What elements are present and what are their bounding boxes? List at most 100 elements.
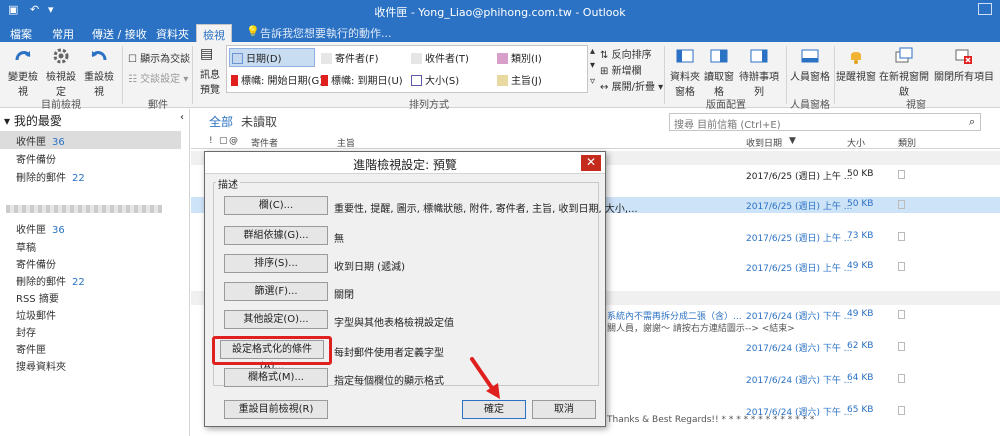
tab-view[interactable]: 檢視: [196, 24, 232, 42]
reverse-sort-button[interactable]: ⇅ 反向排序: [600, 46, 652, 61]
people-pane-icon: [801, 49, 819, 63]
ribbon-separator: [192, 46, 193, 104]
close-all-icon: [955, 49, 972, 64]
tell-me-box[interactable]: 告訴我您想要執行的動作...: [260, 25, 392, 41]
message-preview-button[interactable]: 訊息預覽: [196, 66, 224, 96]
restore-icon[interactable]: [978, 3, 992, 15]
arrange-by-size[interactable]: 大小(S): [411, 72, 459, 87]
gallery-scroll-up-icon[interactable]: ▴: [590, 46, 595, 57]
favorites-header[interactable]: ▾ 我的最愛: [4, 112, 62, 129]
close-icon[interactable]: ✕: [581, 155, 601, 171]
search-icon[interactable]: ⌕: [969, 115, 975, 129]
tab-folder[interactable]: 資料夾: [150, 24, 195, 42]
sort-descending-icon: ▼: [789, 136, 796, 146]
arrange-by-subject[interactable]: 主旨(J): [497, 72, 542, 87]
search-input[interactable]: 搜尋 目前信箱 (Ctrl+E): [669, 113, 981, 131]
close-all-items-button[interactable]: 關閉所有項目: [932, 46, 996, 83]
favorite-sent-items[interactable]: 寄件備份: [16, 151, 56, 166]
filter-button[interactable]: 篩選(F)...: [224, 282, 328, 301]
attachment-column-icon[interactable]: @: [229, 136, 238, 146]
add-columns-button[interactable]: ⊞ 新增欄: [600, 62, 642, 77]
flag-icon[interactable]: [898, 342, 905, 351]
view-settings-button[interactable]: 檢視設定: [42, 46, 80, 98]
flag-icon[interactable]: [898, 170, 905, 179]
filter-desc: 關閉: [334, 290, 354, 301]
column-from[interactable]: 寄件者: [251, 136, 278, 149]
tab-send-receive[interactable]: 傳送 / 接收: [86, 24, 153, 42]
tab-file[interactable]: 檔案: [4, 24, 38, 42]
flag-icon[interactable]: [898, 310, 905, 319]
flag-icon: [231, 75, 238, 86]
arrange-by-flag-start[interactable]: 標幟: 開始日期(G): [231, 72, 323, 87]
arrange-by-from[interactable]: 寄件者(F): [321, 50, 379, 65]
other-settings-button[interactable]: 其他設定(O)...: [224, 310, 328, 329]
expand-collapse-icon: ↔: [600, 82, 609, 93]
cancel-button[interactable]: 取消: [532, 400, 596, 419]
reset-current-view-button[interactable]: 重設目前檢視(R): [224, 400, 328, 419]
folder-junk[interactable]: 垃圾郵件: [16, 307, 56, 322]
favorite-deleted-items[interactable]: 刪除的郵件 22: [16, 169, 85, 184]
folder-search-folders[interactable]: 搜尋資料夾: [16, 358, 66, 373]
change-view-icon: [15, 51, 31, 61]
sort-button[interactable]: 排序(S)...: [224, 254, 328, 273]
column-size[interactable]: 大小: [847, 136, 865, 149]
reading-pane-icon: [710, 49, 728, 63]
column-received[interactable]: 收到日期: [746, 136, 782, 149]
category-icon: [497, 53, 508, 64]
open-new-window-button[interactable]: 在新視窗開啟: [876, 46, 932, 98]
description-group-label: 描述: [216, 176, 240, 191]
show-as-conversation-checkbox[interactable]: ☐ 顯示為交談: [128, 50, 190, 65]
people-icon: [411, 53, 422, 64]
gallery-more-icon[interactable]: ▿: [590, 76, 595, 87]
title-bar: ▣ ↶ ▾ 收件匣 - Yong_Liao@phihong.com.tw - O…: [0, 0, 1000, 22]
filter-all[interactable]: 全部: [209, 113, 233, 130]
conditional-formatting-desc: 每封郵件使用者定義字型: [334, 348, 444, 359]
people-pane-button[interactable]: 人員窗格: [790, 46, 830, 83]
filter-unread[interactable]: 未讀取: [241, 113, 277, 130]
importance-column-icon[interactable]: !: [209, 136, 213, 146]
reading-pane-button[interactable]: 讀取窗格: [702, 46, 736, 98]
arrange-by-to[interactable]: 收件者(T): [411, 50, 469, 65]
flag-icon[interactable]: [898, 232, 905, 241]
folder-archive[interactable]: 封存: [16, 324, 36, 339]
reminders-window-button[interactable]: 提醒視窗: [836, 46, 876, 83]
todo-bar-icon: [750, 49, 768, 63]
expand-collapse-button[interactable]: ↔ 展開/折疊 ▾: [600, 78, 663, 93]
folder-pane: ▾ 我的最愛 ‹ 收件匣 36 寄件備份 刪除的郵件 22 收件匣 36 草稿 寄件備…: [0, 109, 190, 436]
collapse-pane-icon[interactable]: ‹: [180, 112, 184, 123]
ok-button[interactable]: 確定: [462, 400, 526, 419]
favorite-inbox[interactable]: 收件匣 36: [16, 133, 65, 148]
folder-rss-feeds[interactable]: RSS 摘要: [16, 290, 59, 305]
flag-icon: [321, 75, 328, 86]
account-name-redacted[interactable]: [6, 205, 162, 213]
flag-icon[interactable]: [898, 262, 905, 271]
arrange-by-flag-due[interactable]: 標幟: 到期日(U): [321, 72, 403, 87]
gallery-scroll-down-icon[interactable]: ▾: [590, 60, 595, 71]
flag-icon[interactable]: [898, 374, 905, 383]
flag-icon[interactable]: [898, 200, 905, 209]
arrange-by-date[interactable]: 日期(D): [229, 48, 315, 67]
columns-button[interactable]: 欄(C)...: [224, 196, 328, 215]
icon-column-icon[interactable]: ▢: [219, 136, 228, 146]
folder-inbox[interactable]: 收件匣 36: [16, 221, 65, 236]
folder-sent-items[interactable]: 寄件備份: [16, 256, 56, 271]
annotation-arrow-icon: [470, 357, 500, 399]
folder-drafts[interactable]: 草稿: [16, 239, 36, 254]
folder-deleted-items[interactable]: 刪除的郵件 22: [16, 273, 85, 288]
change-view-button[interactable]: 變更檢視: [4, 46, 42, 98]
arrange-by-category[interactable]: 類別(I): [497, 50, 542, 65]
folder-pane-button[interactable]: 資料夾窗格: [668, 46, 702, 98]
conversation-settings-button[interactable]: ☷ 交談設定 ▾: [128, 70, 188, 85]
arrangement-gallery: 日期(D) 寄件者(F) 收件者(T) 類別(I) 標幟: 開始日期(G) 標幟…: [226, 45, 588, 93]
format-columns-button[interactable]: 欄格式(M)...: [224, 368, 328, 387]
reset-view-button[interactable]: 重設檢視: [80, 46, 118, 98]
folder-outbox[interactable]: 寄件匣: [16, 341, 46, 356]
column-subject[interactable]: 主旨: [337, 136, 355, 149]
todo-bar-button[interactable]: 待辦事項列: [736, 46, 782, 98]
tab-home[interactable]: 常用: [46, 24, 80, 42]
column-category[interactable]: 類別: [898, 136, 916, 149]
new-window-icon: [895, 47, 913, 63]
message-preview-icon: ▤: [200, 46, 214, 62]
ribbon-separator: [834, 46, 835, 104]
group-by-button[interactable]: 群組依據(G)...: [224, 226, 328, 245]
